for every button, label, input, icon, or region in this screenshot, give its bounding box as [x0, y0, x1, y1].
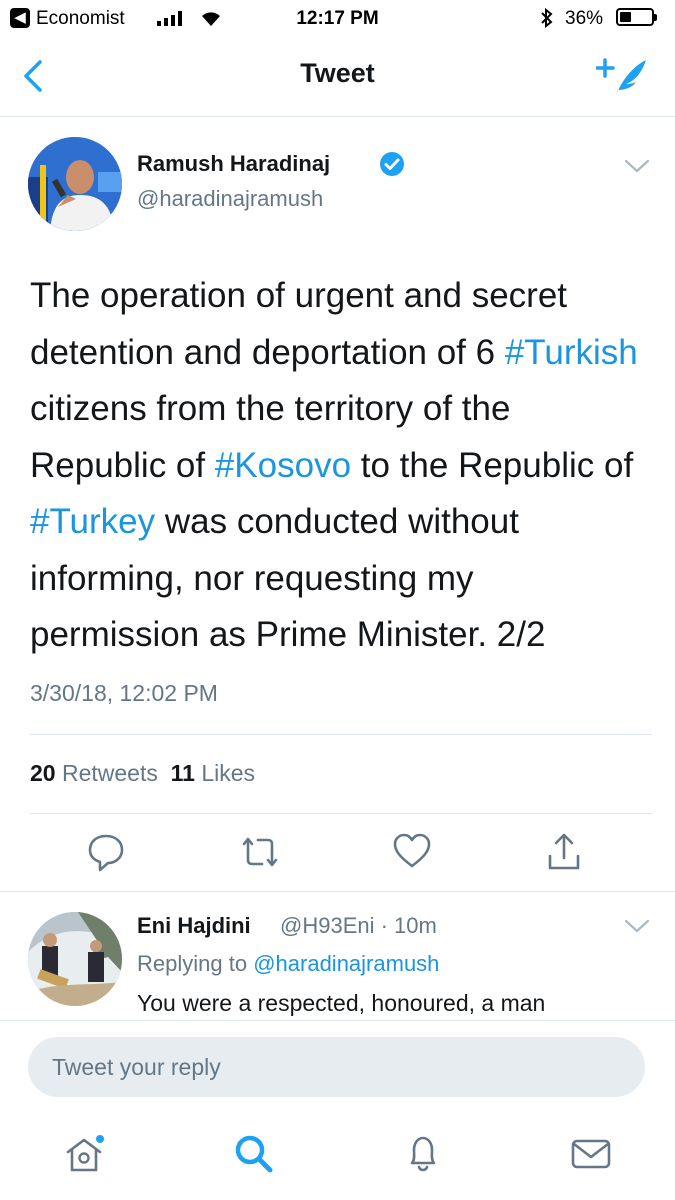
tweet-text: The operation of urgent and secret deten… [30, 268, 650, 664]
author-name[interactable]: Ramush Haradinaj [137, 151, 330, 177]
compose-tweet-icon [595, 58, 646, 96]
battery-icon [616, 8, 657, 26]
retweets-stat[interactable]: 20 Retweets [30, 760, 158, 786]
divider [0, 891, 675, 892]
reply-text: You were a respected, honoured, a man [137, 990, 546, 1016]
share-button[interactable] [546, 832, 582, 877]
reply-icon [88, 834, 124, 872]
hashtag-link[interactable]: #Turkey [30, 502, 155, 541]
reply-menu-button[interactable] [624, 918, 650, 939]
reply-author-avatar[interactable] [28, 912, 122, 1006]
hashtag-link[interactable]: #Kosovo [215, 446, 351, 485]
likes-count: 11 [170, 760, 195, 786]
battery-percent: 36% [565, 8, 604, 29]
page-title: Tweet [300, 58, 375, 88]
hashtag-link[interactable]: #Turkish [505, 333, 638, 372]
envelope-icon [571, 1139, 611, 1169]
chevron-down-icon [624, 159, 650, 173]
divider [30, 734, 652, 735]
divider [30, 813, 652, 814]
tweet-text-segment: to the Republic of [351, 445, 634, 485]
verified-badge-icon [379, 151, 405, 182]
chevron-down-icon [624, 919, 650, 933]
retweet-button[interactable] [238, 832, 282, 877]
like-button[interactable] [392, 832, 432, 875]
reply-handle-time[interactable]: @H93Eni · 10m [280, 913, 437, 939]
tab-notifications[interactable] [402, 1132, 446, 1181]
status-bar: ◀ Economist 12:17 PM 36% [0, 0, 675, 40]
heart-icon [393, 833, 431, 868]
search-icon [235, 1135, 273, 1173]
retweet-icon [242, 837, 278, 867]
replying-to: Replying to @haradinajramush [137, 951, 439, 977]
home-icon [66, 1135, 104, 1172]
bell-icon [410, 1136, 436, 1172]
retweets-count: 20 [30, 760, 56, 786]
tweet-timestamp: 3/30/18, 12:02 PM [30, 680, 218, 706]
bluetooth-icon [540, 7, 554, 34]
reply-input[interactable]: Tweet your reply [28, 1037, 645, 1097]
tab-search[interactable] [232, 1132, 276, 1181]
share-icon [548, 833, 580, 870]
replying-handle-link[interactable]: @haradinajramush [253, 951, 439, 976]
tab-messages[interactable] [570, 1132, 614, 1181]
replying-prefix: Replying to [137, 951, 248, 976]
retweets-label: Retweets [61, 760, 158, 786]
likes-stat[interactable]: 11 Likes [171, 760, 255, 786]
likes-label: Likes [201, 760, 256, 786]
nav-bar: Tweet [0, 40, 675, 117]
reply-button[interactable] [88, 832, 124, 877]
tweet-menu-button[interactable] [624, 158, 650, 179]
author-avatar[interactable] [28, 137, 122, 231]
reply-author-name[interactable]: Eni Hajdini [137, 913, 251, 939]
tweet-text-segment: The operation of urgent and secret deten… [30, 276, 568, 372]
compose-tweet-button[interactable] [595, 54, 648, 105]
tab-bar [0, 1114, 675, 1200]
tab-home[interactable] [64, 1132, 108, 1181]
author-handle[interactable]: @haradinajramush [137, 186, 323, 212]
tweet-stats: 20 Retweets 11 Likes [30, 760, 255, 787]
tweet-actions [0, 832, 675, 882]
